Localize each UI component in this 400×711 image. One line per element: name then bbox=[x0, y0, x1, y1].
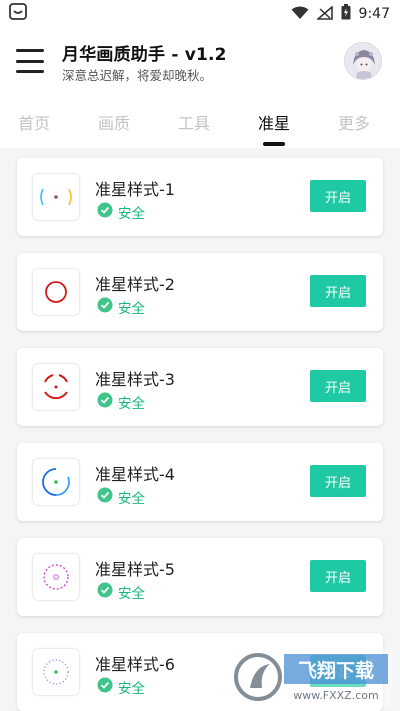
svg-text:飞翔下载: 飞翔下载 bbox=[298, 659, 374, 682]
shield-check-icon bbox=[97, 392, 113, 412]
status-time: 9:47 bbox=[358, 6, 390, 22]
crosshair-card: 准星样式-1 安全 开启 bbox=[17, 158, 383, 236]
safe-badge: 安全 bbox=[97, 202, 145, 222]
shield-check-icon bbox=[97, 297, 113, 317]
crosshair-arcs-icon bbox=[33, 364, 79, 410]
crosshair-card: 准星样式-5 安全 开启 bbox=[17, 538, 383, 616]
shield-check-icon bbox=[97, 677, 113, 697]
crosshair-dashed-ring-icon bbox=[33, 554, 79, 600]
enable-button[interactable]: 开启 bbox=[310, 370, 366, 402]
app-header: 月华画质助手 - v1.2 深意总迟解，将爱却晚秋。 bbox=[0, 28, 400, 98]
hamburger-menu-icon[interactable] bbox=[14, 44, 48, 78]
safe-badge: 安全 bbox=[97, 582, 145, 602]
crosshair-card: 准星样式-4 安全 开启 bbox=[17, 443, 383, 521]
enable-button[interactable]: 开启 bbox=[310, 465, 366, 497]
tab-crosshair[interactable]: 准星 bbox=[244, 110, 304, 134]
crosshair-title: 准星样式-1 bbox=[95, 180, 175, 199]
app-notification-icon bbox=[8, 3, 28, 25]
safe-badge: 安全 bbox=[97, 392, 145, 412]
watermark-logo: 飞翔下载 www.FXXZ.com bbox=[232, 648, 392, 706]
safe-badge: 安全 bbox=[97, 677, 145, 697]
wifi-icon bbox=[291, 5, 309, 24]
crosshair-card: 准星样式-3 安全 开启 bbox=[17, 348, 383, 426]
signal-icon bbox=[315, 4, 333, 24]
tab-active-indicator bbox=[263, 142, 285, 146]
app-title: 月华画质助手 - v1.2 bbox=[62, 45, 227, 65]
shield-check-icon bbox=[97, 202, 113, 222]
crosshair-title: 准星样式-4 bbox=[95, 465, 175, 484]
safe-badge: 安全 bbox=[97, 297, 145, 317]
avatar[interactable] bbox=[344, 42, 382, 80]
crosshair-title: 准星样式-5 bbox=[95, 560, 175, 579]
crosshair-title: 准星样式-3 bbox=[95, 370, 175, 389]
crosshair-card: 准星样式-2 安全 开启 bbox=[17, 253, 383, 331]
crosshair-dual-arc-icon bbox=[33, 459, 79, 505]
tab-more[interactable]: 更多 bbox=[324, 110, 384, 134]
enable-button[interactable]: 开启 bbox=[310, 560, 366, 592]
safe-badge: 安全 bbox=[97, 487, 145, 507]
tab-quality[interactable]: 画质 bbox=[84, 110, 144, 134]
crosshair-title: 准星样式-6 bbox=[95, 655, 175, 674]
tab-bar: 首页 画质 工具 准星 更多 bbox=[0, 98, 400, 148]
crosshair-bracket-icon bbox=[33, 174, 79, 220]
battery-icon bbox=[341, 4, 351, 24]
enable-button[interactable]: 开启 bbox=[310, 180, 366, 212]
safe-label: 安全 bbox=[118, 681, 145, 697]
safe-label: 安全 bbox=[118, 491, 145, 507]
tab-home[interactable]: 首页 bbox=[4, 110, 64, 134]
crosshair-circle-icon bbox=[33, 269, 79, 315]
crosshair-title: 准星样式-2 bbox=[95, 275, 175, 294]
crosshair-dotted-ring-icon bbox=[33, 649, 79, 695]
app-subtitle: 深意总迟解，将爱却晚秋。 bbox=[62, 68, 213, 83]
crosshair-list: 准星样式-1 安全 开启 准星样式-2 安全 开启 准星样式-3 安全 开启 准… bbox=[0, 148, 400, 711]
safe-label: 安全 bbox=[118, 206, 145, 222]
shield-check-icon bbox=[97, 487, 113, 507]
safe-label: 安全 bbox=[118, 396, 145, 412]
tab-tools[interactable]: 工具 bbox=[164, 110, 224, 134]
safe-label: 安全 bbox=[118, 301, 145, 317]
status-bar: 9:47 bbox=[0, 0, 400, 28]
svg-text:www.FXXZ.com: www.FXXZ.com bbox=[293, 689, 378, 702]
shield-check-icon bbox=[97, 582, 113, 602]
enable-button[interactable]: 开启 bbox=[310, 275, 366, 307]
safe-label: 安全 bbox=[118, 586, 145, 602]
